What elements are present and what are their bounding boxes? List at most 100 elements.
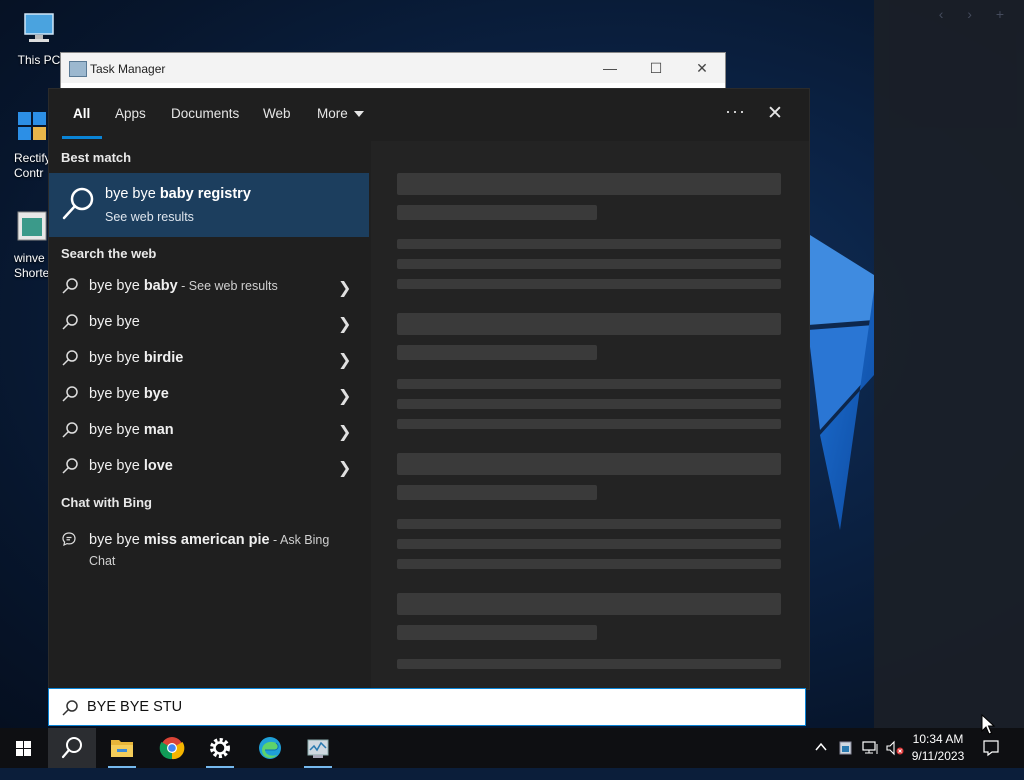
taskbar-chrome[interactable] (148, 728, 196, 768)
chevron-right-icon[interactable]: ❯ (338, 386, 351, 406)
taskbar-search-button[interactable] (48, 728, 96, 768)
search-icon (62, 314, 78, 330)
maximize-icon[interactable]: ☐ (633, 57, 679, 79)
result-prefix: bye bye (89, 278, 144, 294)
result-bold: love (143, 458, 173, 474)
clock-date: 9/11/2023 (911, 749, 965, 763)
show-hidden-icons[interactable] (814, 740, 828, 780)
search-input[interactable] (87, 695, 787, 719)
best-match-bold: baby registry (159, 186, 251, 202)
taskbar: 10:34 AM 9/11/2023 (0, 728, 1024, 768)
search-flyout: All Apps Documents Web More ··· ✕ Best m… (48, 88, 810, 690)
volume-muted-icon (886, 740, 904, 756)
best-match-title: bye bye baby registry (105, 186, 251, 202)
result-bold: miss american pie (143, 532, 270, 548)
chevron-right-icon[interactable]: ❯ (338, 458, 351, 478)
skeleton-line (397, 205, 597, 220)
web-result-text: bye bye baby - See web results (89, 278, 278, 294)
web-result[interactable]: bye bye love ❯ (49, 449, 369, 485)
result-prefix: bye bye (89, 350, 144, 366)
clock[interactable]: 10:34 AM 9/11/2023 (906, 731, 970, 765)
result-bold: birdie (143, 350, 184, 366)
search-icon (62, 700, 78, 716)
active-tab-indicator (62, 136, 102, 139)
mouse-cursor-icon (981, 714, 996, 735)
clock-time: 10:34 AM (912, 732, 964, 746)
chevron-right-icon[interactable]: ❯ (338, 278, 351, 298)
result-bold: baby (143, 278, 178, 294)
web-result[interactable]: bye bye baby - See web results ❯ (49, 269, 369, 305)
bing-heading: Chat with Bing (61, 495, 152, 510)
search-icon (62, 350, 78, 366)
tab-documents[interactable]: Documents (171, 106, 239, 121)
chat-bubble-icon (62, 532, 76, 547)
result-prefix: bye bye (89, 458, 144, 474)
network-tray[interactable] (862, 740, 880, 780)
taskbar-task-manager[interactable] (294, 728, 342, 768)
result-prefix: bye bye (89, 532, 144, 548)
action-center-button[interactable] (982, 739, 1000, 779)
skeleton-line (397, 485, 597, 500)
result-suffix: - See web results (177, 279, 278, 293)
web-result-text: bye bye love (89, 458, 173, 474)
tab-more[interactable]: More (317, 106, 364, 121)
network-icon (862, 741, 878, 754)
skeleton-line (397, 379, 781, 389)
close-icon[interactable]: ✕ (767, 102, 783, 125)
preview-pane-loading (371, 141, 809, 689)
skeleton-line (397, 625, 597, 640)
start-icon (16, 741, 31, 756)
chevron-right-icon[interactable]: ❯ (338, 314, 351, 334)
taskbar-edge[interactable] (246, 728, 294, 768)
settings-icon (210, 738, 230, 758)
panel-nav: ‹ › + (938, 6, 1014, 22)
skeleton-line (397, 659, 781, 669)
skeleton-line (397, 453, 781, 475)
skeleton-line (397, 399, 781, 409)
skeleton-line (397, 593, 781, 615)
best-match-heading: Best match (61, 150, 132, 165)
web-result[interactable]: bye bye ❯ (49, 305, 369, 341)
volume-tray[interactable] (886, 740, 904, 780)
desktop-icon-winver[interactable]: winve Shorte (4, 208, 54, 281)
chevron-right-icon[interactable]: ❯ (338, 422, 351, 442)
search-icon (62, 187, 94, 220)
web-result[interactable]: bye bye bye ❯ (49, 377, 369, 413)
bing-chat-result[interactable]: bye bye miss american pie - Ask Bing Cha… (49, 527, 369, 577)
notification-panel: ‹ › + (874, 0, 1024, 728)
web-result[interactable]: bye bye man ❯ (49, 413, 369, 449)
tab-all[interactable]: All (73, 106, 90, 121)
result-prefix: bye bye (89, 386, 144, 402)
taskbar-settings[interactable] (196, 728, 244, 768)
tab-apps[interactable]: Apps (115, 106, 146, 121)
windows-app-icon (18, 112, 46, 140)
web-result-text: bye bye (89, 314, 140, 330)
chevron-right-icon[interactable]: ❯ (338, 350, 351, 370)
result-bold: man (143, 422, 174, 438)
search-icon (62, 458, 78, 474)
task-manager-window[interactable]: Task Manager — ☐ ✕ (60, 52, 726, 90)
taskbar-file-explorer[interactable] (98, 728, 146, 768)
tab-web[interactable]: Web (263, 106, 291, 121)
close-icon[interactable]: ✕ (679, 57, 725, 79)
search-box[interactable] (48, 688, 806, 726)
skeleton-line (397, 173, 781, 195)
best-match-item[interactable]: bye bye baby registry See web results (49, 173, 369, 237)
tray-app[interactable] (838, 740, 854, 780)
search-icon (62, 278, 78, 294)
minimize-icon[interactable]: — (587, 57, 633, 79)
more-options-icon[interactable]: ··· (725, 101, 746, 122)
file-explorer-icon (111, 740, 133, 757)
skeleton-line (397, 259, 781, 269)
tab-more-label: More (317, 106, 348, 121)
search-icon (61, 737, 82, 759)
start-button[interactable] (0, 728, 48, 768)
skeleton-line (397, 239, 781, 249)
task-manager-icon (307, 739, 329, 758)
web-result-text: bye bye bye (89, 386, 169, 402)
window-title: Task Manager (90, 62, 166, 76)
desktop-icon-label: winve Shorte (14, 251, 50, 280)
skeleton-line (397, 539, 781, 549)
web-result[interactable]: bye bye birdie ❯ (49, 341, 369, 377)
desktop-icon-rectify[interactable]: Rectify Contr (4, 108, 54, 181)
